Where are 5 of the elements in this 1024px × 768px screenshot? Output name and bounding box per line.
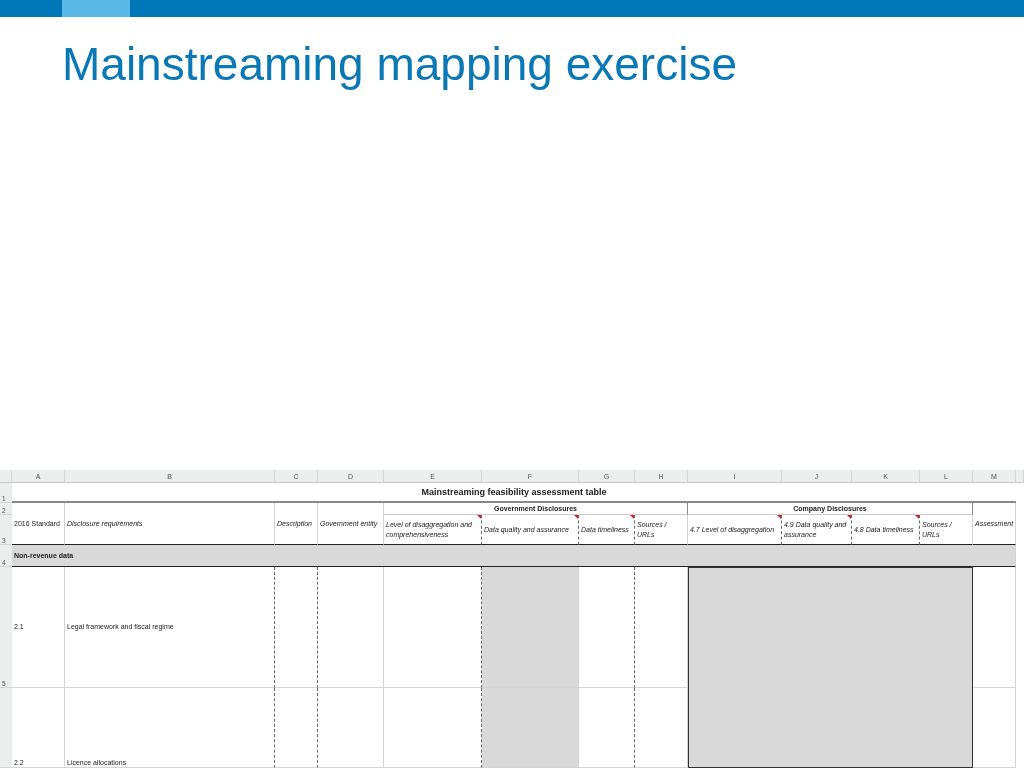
top-bar-accent xyxy=(62,0,130,17)
row-header[interactable] xyxy=(0,688,12,768)
sheet-corner[interactable] xyxy=(0,470,12,483)
column-header[interactable] xyxy=(1016,470,1024,483)
slide-title: Mainstreaming mapping exercise xyxy=(62,39,738,90)
